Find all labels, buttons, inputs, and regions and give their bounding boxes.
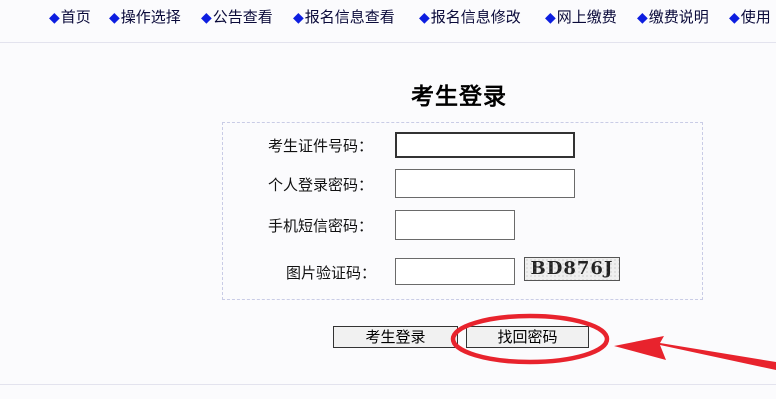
pointer-arrow-icon	[614, 336, 776, 370]
highlight-circle	[450, 313, 610, 365]
annotation-overlay	[450, 313, 776, 370]
